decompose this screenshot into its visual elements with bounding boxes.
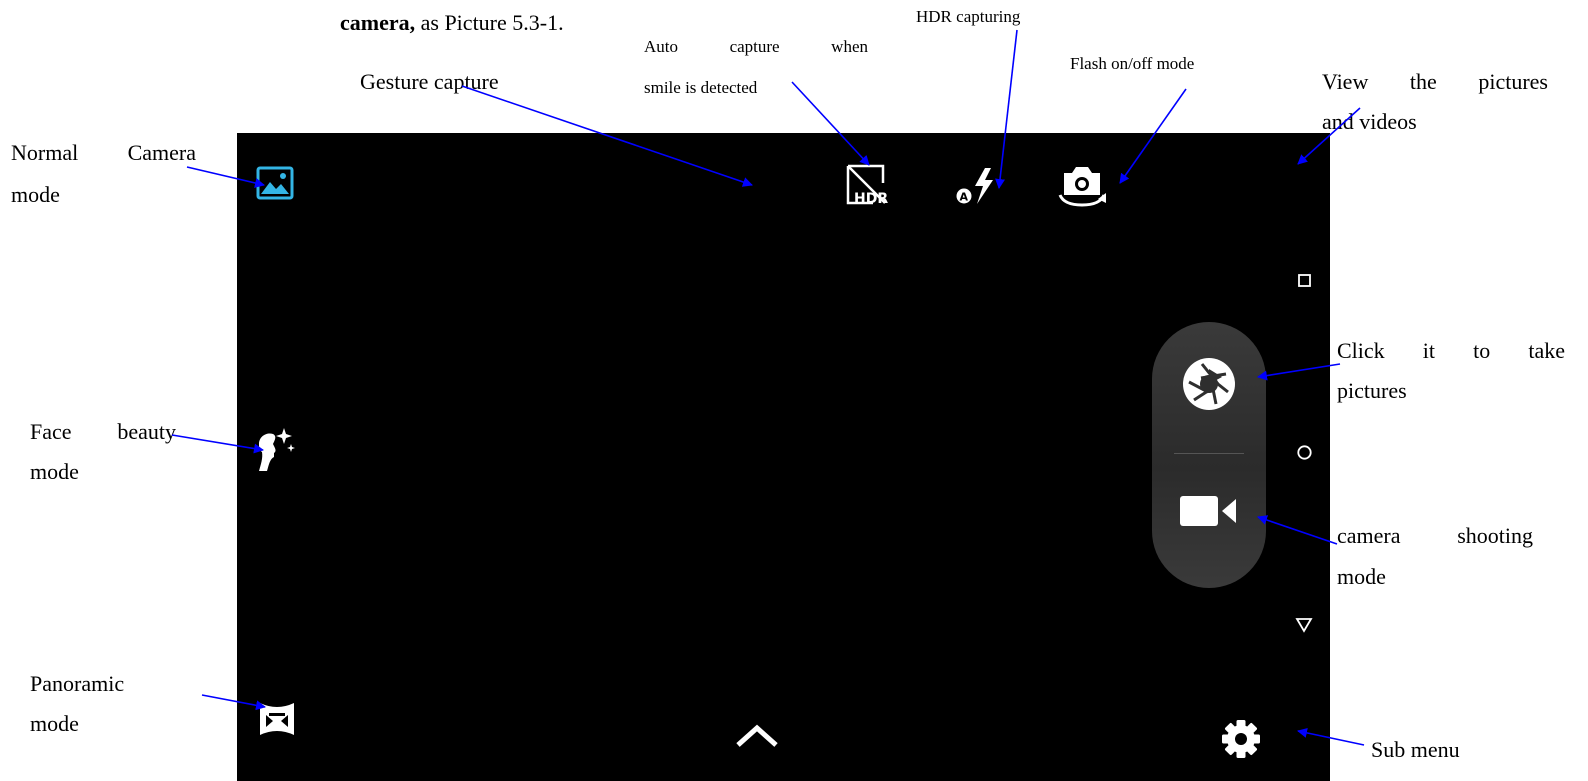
normal-camera-mode-icon[interactable] <box>256 166 294 200</box>
label-auto-capture-line1: Auto capture when <box>644 37 868 56</box>
label-face-beauty-line2: mode <box>30 459 79 484</box>
label-sub-menu: Sub menu <box>1371 737 1460 762</box>
nav-recent-icon[interactable] <box>1297 273 1312 288</box>
label-take-pictures-line1: Click it to take <box>1337 338 1565 363</box>
shutter-icon[interactable] <box>1180 355 1238 413</box>
nav-back-icon[interactable] <box>1295 617 1313 633</box>
label-video-line1: camera shooting <box>1337 523 1533 548</box>
flash-auto-icon[interactable]: A <box>953 166 999 206</box>
label-panoramic-line1: Panoramic <box>30 671 125 696</box>
nav-home-icon[interactable] <box>1296 444 1313 461</box>
hdr-icon-text: HDR <box>854 191 888 207</box>
intro-text: camera, as Picture 5.3-1. <box>340 6 564 40</box>
expand-chevron-icon[interactable] <box>734 721 780 751</box>
label-video-line2-clip: mode <box>1337 560 1417 584</box>
capture-controls <box>1152 322 1266 588</box>
intro-rest: as Picture 5.3-1. <box>415 10 564 35</box>
label-view-line1: View the pictures <box>1322 69 1548 94</box>
video-record-icon[interactable] <box>1178 494 1240 528</box>
label-auto-capture-line2: smile is detected <box>644 78 758 97</box>
label-normal-camera-line2: mode <box>11 182 60 207</box>
capsule-divider <box>1174 453 1244 454</box>
intro-bold: camera, <box>340 10 416 35</box>
label-hdr-capturing: HDR capturing <box>916 7 1021 26</box>
label-flash-mode: Flash on/off mode <box>1070 54 1195 73</box>
label-view-line2: and videos <box>1322 109 1417 134</box>
label-face-beauty-line1: Face beauty <box>30 419 176 444</box>
switch-camera-icon[interactable] <box>1054 163 1110 209</box>
face-beauty-mode-icon[interactable] <box>253 426 299 476</box>
label-gesture-capture: Gesture capture <box>360 69 499 94</box>
label-take-pictures-line2: pictures <box>1337 378 1407 403</box>
label-video-line2: mode <box>1337 564 1386 584</box>
label-normal-camera-line1: Normal Camera <box>11 140 196 165</box>
hdr-icon[interactable]: HDR <box>845 163 891 207</box>
panoramic-mode-icon[interactable] <box>257 699 297 739</box>
settings-gear-icon[interactable] <box>1220 718 1262 760</box>
label-panoramic-line2: mode <box>30 711 79 736</box>
camera-screen: HDR A <box>237 133 1330 781</box>
flash-auto-badge: A <box>960 191 969 204</box>
